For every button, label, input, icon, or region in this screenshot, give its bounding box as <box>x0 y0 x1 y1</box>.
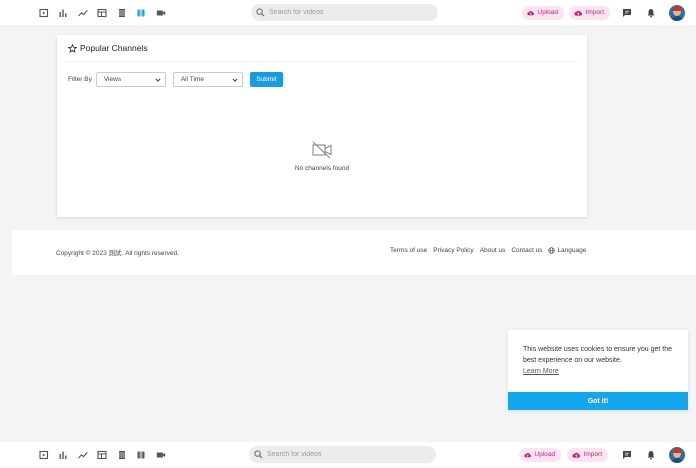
popular-channels-card: Popular Channels Filter By Views All Tim… <box>57 35 587 217</box>
got-it-button[interactable]: Got it! <box>508 392 688 410</box>
language-label: Language <box>557 247 587 254</box>
time-range-value: All Time <box>180 76 204 83</box>
cloud-upload-icon <box>524 452 531 457</box>
page-title-text: Popular Channels <box>80 43 148 53</box>
footer: Copyright © 2023 測試. All rights reserved… <box>12 230 696 275</box>
language-selector[interactable]: Language <box>548 247 586 254</box>
playlist-icon[interactable] <box>112 448 132 462</box>
trending-icon[interactable] <box>73 448 93 462</box>
submit-button[interactable]: Submit <box>249 72 283 87</box>
upload-button[interactable]: Upload <box>519 447 561 462</box>
messages-icon[interactable] <box>621 7 633 19</box>
messages-icon[interactable] <box>621 449 633 461</box>
chevron-down-icon <box>232 78 238 82</box>
page-title: Popular Channels <box>68 43 148 53</box>
import-label: Import <box>583 451 602 458</box>
video-off-icon <box>312 141 332 159</box>
import-label: Import <box>585 9 604 16</box>
user-avatar[interactable] <box>669 446 685 463</box>
search-bar[interactable] <box>249 446 436 463</box>
about-link[interactable]: About us <box>480 247 506 254</box>
video-library-icon[interactable] <box>34 448 54 462</box>
sort-by-select[interactable]: Views <box>95 72 166 87</box>
cloud-import-icon <box>572 452 581 458</box>
calendar-icon[interactable] <box>93 6 113 20</box>
bar-chart-icon[interactable] <box>54 6 74 20</box>
camera-icon[interactable] <box>151 6 171 20</box>
star-icon <box>68 43 77 53</box>
sort-by-value: Views <box>103 76 122 83</box>
calendar-icon[interactable] <box>93 448 113 462</box>
cookie-consent-banner: This website uses cookies to ensure you … <box>508 330 688 410</box>
import-button[interactable]: Import <box>569 5 610 20</box>
search-input[interactable] <box>267 451 427 458</box>
camera-icon[interactable] <box>151 448 171 462</box>
footer-links: Terms of use Privacy Policy About us Con… <box>390 247 586 254</box>
globe-icon <box>548 247 556 254</box>
copyright-text: Copyright © 2023 測試. All rights reserved… <box>56 250 179 257</box>
empty-message: No channels found <box>294 165 350 172</box>
import-button[interactable]: Import <box>567 447 608 462</box>
playlist-icon[interactable] <box>112 6 132 20</box>
bar-chart-icon[interactable] <box>54 448 74 462</box>
notifications-bell-icon[interactable] <box>645 7 657 19</box>
live-icon[interactable] <box>132 6 152 20</box>
filter-label: Filter By <box>68 76 92 83</box>
contact-link[interactable]: Contact us <box>511 247 542 254</box>
user-avatar[interactable] <box>669 4 685 21</box>
trending-icon[interactable] <box>73 6 93 20</box>
video-library-icon[interactable] <box>34 6 54 20</box>
nav-icons <box>34 6 171 20</box>
search-icon <box>256 8 265 17</box>
card-divider <box>67 61 577 62</box>
search-bar[interactable] <box>251 4 438 21</box>
cloud-upload-icon <box>527 10 534 15</box>
search-input[interactable] <box>269 9 429 16</box>
upload-button[interactable]: Upload <box>522 5 564 20</box>
terms-link[interactable]: Terms of use <box>390 247 427 254</box>
empty-state: No channels found <box>57 140 587 172</box>
bottom-navbar: Upload Import <box>0 442 696 467</box>
upload-label: Upload <box>537 9 558 16</box>
filter-bar: Filter By Views All Time Submit <box>68 72 283 87</box>
learn-more-link[interactable]: Learn More <box>523 368 559 375</box>
cookie-message: This website uses cookies to ensure you … <box>523 346 673 364</box>
nav-icons <box>34 448 171 462</box>
search-icon <box>254 450 263 459</box>
chevron-down-icon <box>155 78 161 82</box>
privacy-link[interactable]: Privacy Policy <box>433 247 473 254</box>
live-icon[interactable] <box>132 448 152 462</box>
notifications-bell-icon[interactable] <box>645 449 657 461</box>
cloud-import-icon <box>574 10 583 16</box>
upload-label: Upload <box>534 451 555 458</box>
time-range-select[interactable]: All Time <box>172 72 243 87</box>
top-navbar: Upload Import <box>0 0 696 25</box>
